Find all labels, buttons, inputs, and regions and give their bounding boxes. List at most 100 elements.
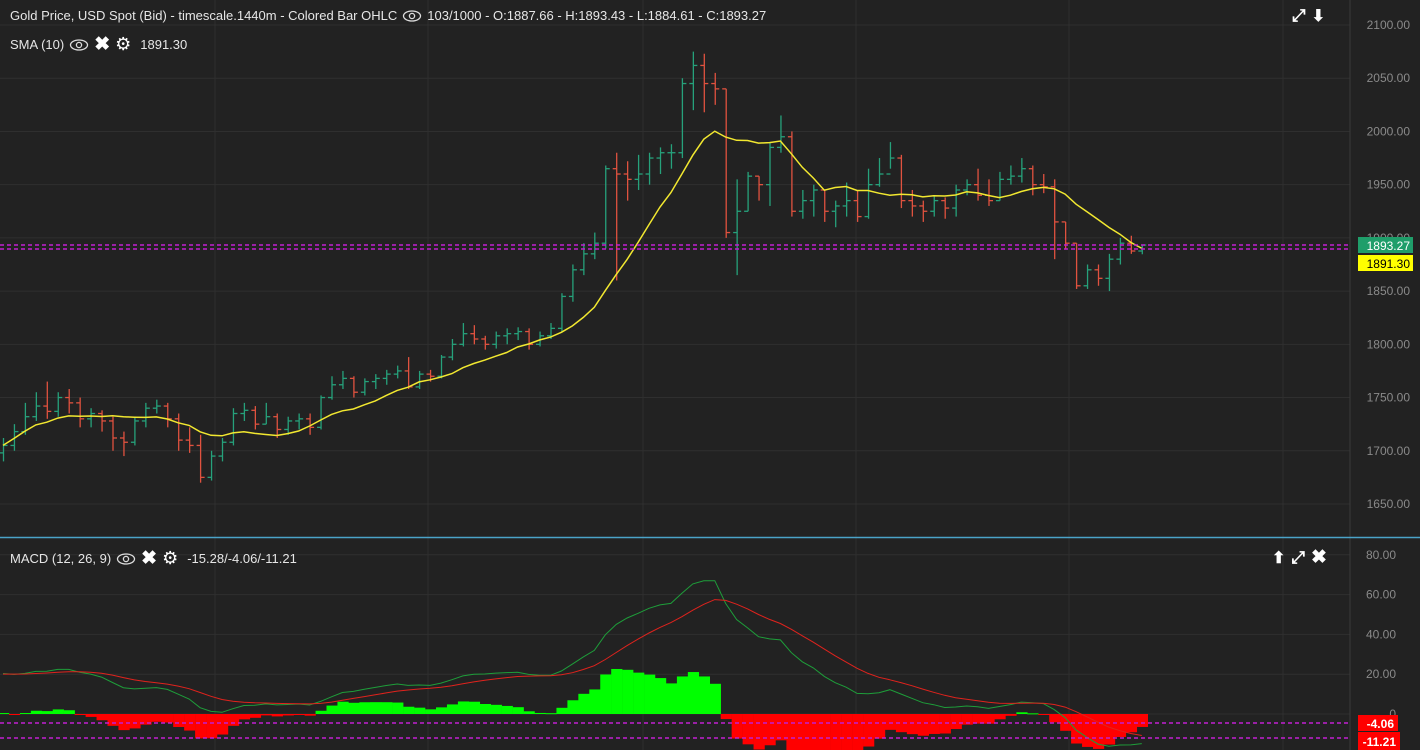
histogram-bar xyxy=(578,693,590,714)
price-pane-tools: ⤢ ⬇ xyxy=(1292,6,1325,26)
histogram-bar xyxy=(983,714,995,724)
histogram-bar xyxy=(118,714,130,731)
eye-icon[interactable] xyxy=(69,38,89,51)
histogram-bar xyxy=(173,714,185,727)
price-tick-label: 1700.00 xyxy=(1367,444,1411,458)
histogram-bar xyxy=(742,714,754,745)
background xyxy=(0,0,1420,750)
histogram-bar xyxy=(348,702,360,714)
macd-pane-tools: ⬆ ⤢ ✖ xyxy=(1272,546,1327,569)
histogram-bar xyxy=(96,714,108,721)
price-tick-label: 2050.00 xyxy=(1367,71,1411,85)
macd-label-a: -4.06 xyxy=(1367,717,1395,731)
price-tick-label: 2100.00 xyxy=(1367,18,1411,32)
arrow-up-icon[interactable]: ⬆ xyxy=(1272,548,1285,568)
histogram-bar xyxy=(1005,714,1017,716)
macd-title: MACD (12, 26, 9) xyxy=(10,551,112,566)
histogram-bar xyxy=(1027,713,1039,715)
histogram-bar xyxy=(852,714,864,750)
histogram-bar xyxy=(63,710,75,714)
close-icon[interactable]: ✖ xyxy=(141,547,157,570)
macd-tick-label: 40.00 xyxy=(1366,627,1396,641)
histogram-bar xyxy=(315,710,327,714)
macd-tick-label: 80.00 xyxy=(1366,548,1396,562)
histogram-bar xyxy=(676,676,689,714)
histogram-bar xyxy=(403,706,415,714)
histogram-bar xyxy=(457,701,470,714)
expand-icon[interactable]: ⤢ xyxy=(1292,6,1306,26)
histogram-bar xyxy=(874,714,886,739)
arrow-down-icon[interactable]: ⬇ xyxy=(1312,6,1325,26)
histogram-bar xyxy=(950,714,962,730)
histogram-bar xyxy=(1093,714,1105,749)
histogram-bar xyxy=(129,714,141,729)
histogram-bar xyxy=(151,714,163,722)
histogram-bar xyxy=(884,714,897,730)
histogram-bar xyxy=(217,714,229,735)
histogram-bar xyxy=(556,707,568,714)
histogram-bar xyxy=(1049,714,1061,723)
histogram-bar xyxy=(30,710,43,714)
histogram-bar xyxy=(1016,712,1028,714)
macd-value: -15.28/-4.06/-11.21 xyxy=(187,551,297,566)
close-icon[interactable]: ✖ xyxy=(94,33,110,56)
histogram-bar xyxy=(249,714,262,718)
histogram-bar xyxy=(830,714,842,750)
histogram-bar xyxy=(8,714,21,715)
eye-icon[interactable] xyxy=(116,552,136,565)
histogram-bar xyxy=(370,702,382,714)
chart-canvas[interactable]: 2100.002050.002000.001950.001900.001850.… xyxy=(0,0,1420,750)
histogram-bar xyxy=(425,709,437,714)
chart-header: Gold Price, USD Spot (Bid) - timescale.1… xyxy=(10,8,766,23)
histogram-bar xyxy=(720,714,732,720)
histogram-bar xyxy=(436,707,448,714)
histogram-bar xyxy=(326,705,338,714)
ohlc-readout: 103/1000 - O:1887.66 - H:1893.43 - L:188… xyxy=(427,8,767,23)
histogram-bar xyxy=(709,683,721,714)
histogram-bar xyxy=(775,714,787,741)
histogram-bar xyxy=(1071,714,1083,744)
histogram-bar xyxy=(917,714,929,736)
histogram-bar xyxy=(271,714,283,717)
chart-title: Gold Price, USD Spot (Bid) - timescale.1… xyxy=(10,8,398,23)
histogram-bar xyxy=(753,714,765,750)
sma-label: 1891.30 xyxy=(1367,257,1411,271)
histogram-bar xyxy=(1114,714,1127,737)
histogram-bar xyxy=(282,714,294,716)
macd-tick-label: 20.00 xyxy=(1366,667,1396,681)
eye-icon[interactable] xyxy=(402,9,422,22)
macd-tick-label: 60.00 xyxy=(1366,588,1396,602)
histogram-bar xyxy=(162,714,174,723)
histogram-bar xyxy=(994,714,1006,720)
histogram-bar xyxy=(392,702,404,714)
histogram-bar xyxy=(1103,714,1116,745)
histogram-bar xyxy=(534,712,546,714)
price-tick-label: 1650.00 xyxy=(1367,497,1411,511)
price-tick-label: 1950.00 xyxy=(1367,178,1411,192)
histogram-bar xyxy=(939,714,951,734)
sma-value: 1891.30 xyxy=(140,37,188,52)
price-tick-label: 1800.00 xyxy=(1367,337,1411,351)
histogram-bar xyxy=(446,704,459,714)
price-tick-label: 2000.00 xyxy=(1367,124,1411,138)
histogram-bar xyxy=(863,714,875,747)
close-icon[interactable]: ✖ xyxy=(1311,546,1327,569)
histogram-bar xyxy=(698,676,710,714)
histogram-bar xyxy=(786,714,798,750)
histogram-bar xyxy=(589,689,601,714)
histogram-bar xyxy=(107,714,119,726)
histogram-bar xyxy=(655,678,667,714)
histogram-bar xyxy=(41,711,53,714)
histogram-bar xyxy=(490,704,502,714)
histogram-bar xyxy=(1136,714,1148,727)
gear-icon[interactable]: ⚙ xyxy=(162,548,178,569)
expand-icon[interactable]: ⤢ xyxy=(1291,548,1305,568)
price-tick-label: 1750.00 xyxy=(1367,391,1411,405)
macd-label-b: -11.21 xyxy=(1363,735,1397,749)
gear-icon[interactable]: ⚙ xyxy=(115,34,131,55)
histogram-bar xyxy=(359,702,371,714)
histogram-bar xyxy=(337,701,349,714)
histogram-bar xyxy=(19,713,32,715)
histogram-bar xyxy=(260,714,272,716)
histogram-bar xyxy=(633,672,645,714)
